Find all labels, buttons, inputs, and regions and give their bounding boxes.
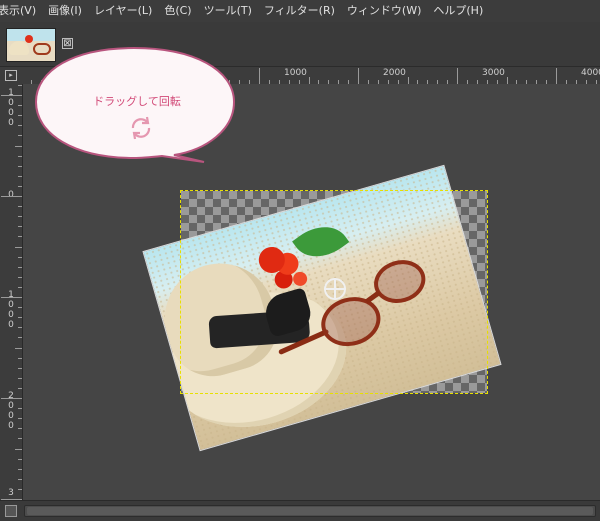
ruler-tick <box>1 95 22 96</box>
ruler-tick <box>18 418 22 419</box>
horizontal-scrollbar[interactable] <box>24 505 596 517</box>
ruler-label: 2000 <box>8 391 14 431</box>
ruler-tick <box>457 68 458 84</box>
ruler-tick <box>18 176 22 177</box>
callout-text: ドラッグして回転 <box>93 95 181 108</box>
rotation-center-handle[interactable] <box>324 278 346 300</box>
ruler-tick <box>18 368 22 369</box>
ruler-tick <box>18 226 22 227</box>
ruler-tick <box>507 77 508 84</box>
scrollbar-thumb[interactable] <box>27 507 593 515</box>
ruler-corner-button[interactable]: ▸ <box>0 67 23 85</box>
ruler-tick <box>1 297 22 298</box>
ruler-tick <box>18 469 22 470</box>
ruler-tick <box>15 449 22 450</box>
ruler-tick <box>15 146 22 147</box>
ruler-tick <box>18 85 22 86</box>
ruler-tick <box>18 479 22 480</box>
menu-filters[interactable]: フィルター(R) <box>258 0 341 22</box>
ruler-tick <box>18 317 22 318</box>
ruler-tick <box>18 307 22 308</box>
rotate-arrows-icon <box>131 116 151 140</box>
ruler-tick <box>18 257 22 258</box>
ruler-tick <box>18 105 22 106</box>
ruler-label: 1000 <box>8 290 14 330</box>
ruler-tick <box>18 206 22 207</box>
ruler-tick <box>18 267 22 268</box>
ruler-label: 2000 <box>383 68 406 78</box>
ruler-tick <box>408 77 409 84</box>
ruler-tick <box>18 327 22 328</box>
ruler-tick <box>18 186 22 187</box>
ruler-label: 1000 <box>284 68 307 78</box>
ruler-tick <box>18 378 22 379</box>
ruler-tick <box>259 68 260 84</box>
ruler-tick <box>358 68 359 84</box>
bottom-scroll-area <box>0 500 600 521</box>
ruler-tick <box>18 166 22 167</box>
ruler-tick <box>18 438 22 439</box>
ruler-tick <box>18 115 22 116</box>
ruler-tick <box>309 77 310 84</box>
ruler-tick <box>18 459 22 460</box>
ruler-tick <box>18 156 22 157</box>
vertical-ruler[interactable]: 1000 0 1000 2000 3 <box>0 84 23 500</box>
ruler-tick <box>18 388 22 389</box>
drag-to-rotate-callout: ドラッグして回転 <box>34 42 244 176</box>
menu-windows[interactable]: ウィンドウ(W) <box>341 0 427 22</box>
menu-help[interactable]: ヘルプ(H) <box>427 0 489 22</box>
ruler-tick <box>15 348 22 349</box>
ruler-tick <box>18 277 22 278</box>
menu-view[interactable]: 表示(V) <box>0 0 42 22</box>
ruler-tick <box>18 287 22 288</box>
ruler-tick <box>556 68 557 84</box>
ruler-tick <box>18 216 22 217</box>
ruler-label: 3 <box>8 488 14 498</box>
ruler-tick <box>1 196 22 197</box>
ruler-tick <box>18 337 22 338</box>
menu-layer[interactable]: レイヤー(L) <box>88 0 158 22</box>
ruler-label: 4000 <box>581 68 600 78</box>
menu-image[interactable]: 画像(I) <box>42 0 88 22</box>
ruler-label: 3000 <box>482 68 505 78</box>
ruler-tick <box>15 247 22 248</box>
ruler-tick <box>18 236 22 237</box>
ruler-label: 1000 <box>8 88 14 128</box>
ruler-tick <box>18 408 22 409</box>
quick-mask-icon: ▸ <box>5 70 17 81</box>
ruler-tick <box>18 428 22 429</box>
ruler-tick <box>18 489 22 490</box>
ruler-tick <box>18 358 22 359</box>
navigate-icon[interactable] <box>5 505 17 517</box>
ruler-tick <box>1 398 22 399</box>
menu-tools[interactable]: ツール(T) <box>198 0 258 22</box>
ruler-tick <box>18 125 22 126</box>
menu-bar: 表示(V) 画像(I) レイヤー(L) 色(C) ツール(T) フィルター(R)… <box>0 0 600 22</box>
ruler-label: 0 <box>8 190 14 200</box>
menu-colors[interactable]: 色(C) <box>158 0 197 22</box>
ruler-tick <box>18 135 22 136</box>
